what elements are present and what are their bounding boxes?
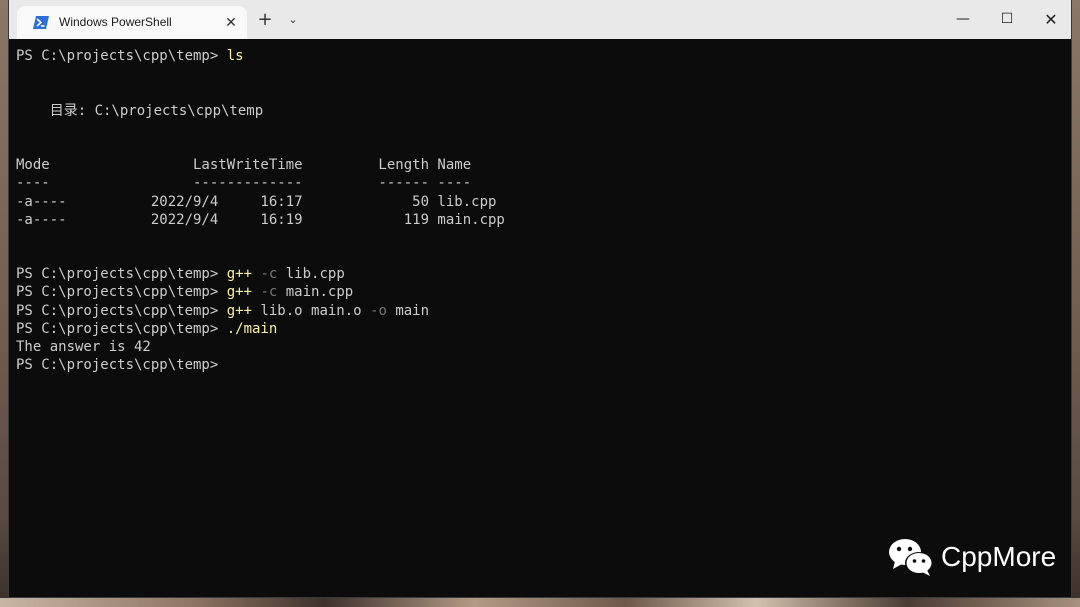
command-text: ls (226, 48, 244, 64)
desktop-wallpaper-strip (0, 598, 1080, 607)
minimize-button[interactable]: — (941, 0, 985, 39)
close-window-button[interactable]: ✕ (1029, 0, 1071, 39)
terminal-line: PS C:\projects\cpp\temp> g++ -c lib.cpp (16, 265, 1071, 283)
chevron-down-icon[interactable]: ⌄ (285, 11, 301, 29)
tab-title: Windows PowerShell (59, 15, 172, 29)
table-row: -a---- 2022/9/4 16:17 50 lib.cpp (16, 193, 497, 210)
command-flag: -c (252, 284, 278, 301)
terminal-line: PS C:\projects\cpp\temp> g++ -c main.cpp (16, 283, 1071, 301)
powershell-icon (33, 16, 49, 29)
prompt: PS C:\projects\cpp\temp> (16, 48, 227, 64)
table-header: Mode LastWriteTime Length Name (16, 157, 472, 174)
close-tab-icon[interactable]: ✕ (223, 15, 239, 31)
command-args: lib.o main.o (252, 302, 362, 319)
terminal-line-current[interactable]: PS C:\projects\cpp\temp> (16, 356, 1071, 374)
title-bar[interactable]: Windows PowerShell ✕ + ⌄ — ☐ ✕ (9, 0, 1071, 39)
table-row: -a---- 2022/9/4 16:19 119 main.cpp (16, 211, 505, 228)
prompt: PS C:\projects\cpp\temp> (16, 320, 227, 337)
prompt: PS C:\projects\cpp\temp> (16, 302, 227, 319)
command-text: g++ (226, 266, 253, 283)
terminal-window: Windows PowerShell ✕ + ⌄ — ☐ ✕ PS C:\pro… (8, 0, 1072, 598)
terminal-line: PS C:\projects\cpp\temp> ls (16, 47, 1071, 65)
command-text: g++ (226, 302, 253, 319)
command-args: lib.cpp (277, 266, 345, 283)
command-text: g++ (226, 284, 253, 301)
terminal-line: PS C:\projects\cpp\temp> g++ lib.o main.… (16, 302, 1071, 320)
prompt: PS C:\projects\cpp\temp> (16, 266, 227, 283)
terminal-line: PS C:\projects\cpp\temp> ./main (16, 320, 1071, 338)
watermark-text: CppMore (941, 541, 1057, 572)
command-text: ./main (226, 320, 278, 337)
table-rule: ---- ------------- ------ ---- (16, 175, 472, 192)
tab-windows-powershell[interactable]: Windows PowerShell ✕ (17, 6, 247, 39)
wechat-icon (889, 539, 933, 576)
terminal-output[interactable]: PS C:\projects\cpp\temp> ls 目录: C:\proje… (9, 39, 1071, 597)
prompt: PS C:\projects\cpp\temp> (16, 284, 227, 301)
watermark: CppMore (887, 536, 1056, 578)
directory-header: 目录: C:\projects\cpp\temp (16, 102, 264, 119)
program-output: The answer is 42 (16, 339, 151, 355)
command-flag: -c (252, 266, 278, 283)
maximize-button[interactable]: ☐ (985, 0, 1029, 39)
command-args: main.cpp (277, 284, 354, 301)
prompt: PS C:\projects\cpp\temp> (16, 357, 227, 374)
new-tab-button[interactable]: + (255, 10, 275, 30)
command-args: main (386, 302, 430, 319)
command-flag: -o (361, 302, 387, 319)
